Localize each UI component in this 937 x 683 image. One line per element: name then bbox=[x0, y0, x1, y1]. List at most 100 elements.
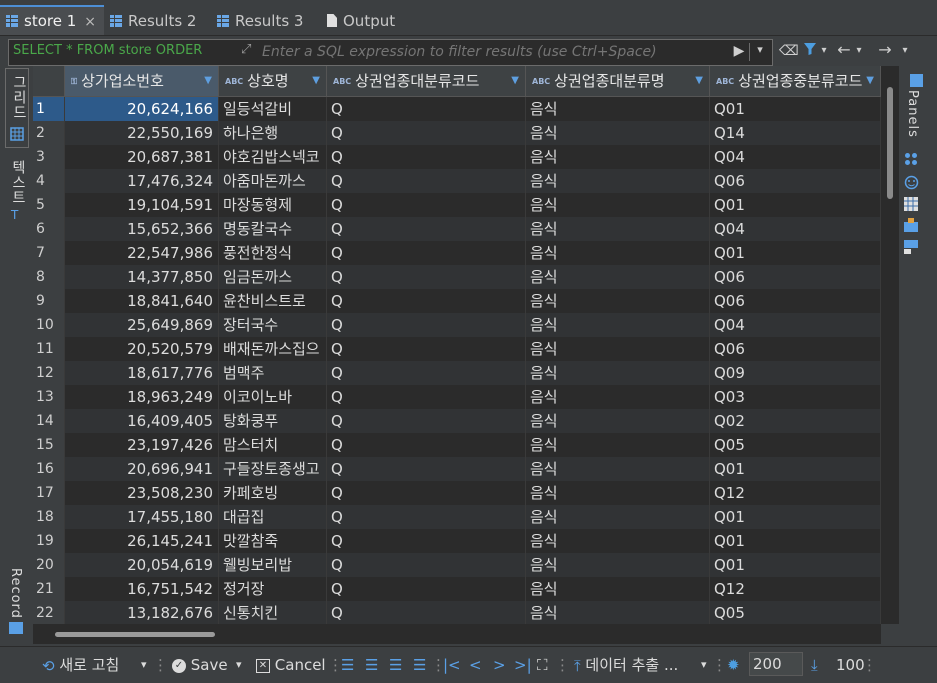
table-row[interactable]: 14 16,409,405 탕화쿵푸 Q 음식 Q02 bbox=[33, 409, 881, 433]
table-cell[interactable]: 17,476,324 bbox=[65, 169, 219, 193]
sort-icon[interactable]: ▼ bbox=[866, 66, 874, 96]
table-cell[interactable]: 음식 bbox=[526, 337, 710, 361]
table-cell[interactable]: 음식 bbox=[526, 601, 710, 624]
export-data-button[interactable]: ⤒ 데이터 추출 ... bbox=[574, 655, 678, 675]
table-cell[interactable]: 음식 bbox=[526, 553, 710, 577]
table-cell[interactable]: Q14 bbox=[710, 121, 881, 145]
table-cell[interactable]: 음식 bbox=[526, 409, 710, 433]
table-row[interactable]: 19 26,145,241 맛깔참죽 Q 음식 Q01 bbox=[33, 529, 881, 553]
table-cell[interactable]: Q bbox=[327, 241, 526, 265]
table-cell[interactable]: 음식 bbox=[526, 97, 710, 121]
table-row[interactable]: 9 18,841,640 윤찬비스트로 Q 음식 Q06 bbox=[33, 289, 881, 313]
table-cell[interactable]: 정거장 bbox=[219, 577, 327, 601]
table-cell[interactable]: 음식 bbox=[526, 217, 710, 241]
calc-icon[interactable] bbox=[904, 218, 918, 232]
table-cell[interactable]: Q bbox=[327, 529, 526, 553]
table-cell[interactable]: 16,751,542 bbox=[65, 577, 219, 601]
add-row-icon[interactable]: ☰ bbox=[365, 655, 378, 675]
table-cell[interactable]: Q bbox=[327, 313, 526, 337]
table-cell[interactable]: 명동칼국수 bbox=[219, 217, 327, 241]
table-cell[interactable]: 배재돈까스집으 bbox=[219, 337, 327, 361]
tab-results-2[interactable]: Results 2 bbox=[110, 7, 196, 35]
refresh-button[interactable]: ⟲ 새로 고침 bbox=[42, 655, 119, 675]
column-header[interactable]: ABC 상권업종중분류코드 ▼ bbox=[710, 66, 881, 96]
table-cell[interactable]: 맘스터치 bbox=[219, 433, 327, 457]
panels-label[interactable]: Panels bbox=[905, 90, 920, 138]
row-count-icon[interactable]: ⤓ bbox=[811, 655, 818, 675]
table-cell[interactable]: 음식 bbox=[526, 385, 710, 409]
table-row[interactable]: 22 13,182,676 신통치킨 Q 음식 Q05 bbox=[33, 601, 881, 624]
cancel-button[interactable]: ✕ Cancel bbox=[256, 655, 326, 675]
table-row[interactable]: 15 23,197,426 맘스터치 Q 음식 Q05 bbox=[33, 433, 881, 457]
table-cell[interactable]: Q04 bbox=[710, 313, 881, 337]
previous-page-icon[interactable]: < bbox=[469, 655, 482, 675]
table-cell[interactable]: Q01 bbox=[710, 97, 881, 121]
table-cell[interactable]: Q01 bbox=[710, 505, 881, 529]
table-cell[interactable]: Q12 bbox=[710, 577, 881, 601]
tab-store-1[interactable]: store 1 × bbox=[0, 5, 104, 35]
table-cell[interactable]: 카페호빙 bbox=[219, 481, 327, 505]
table-cell[interactable]: 15,652,366 bbox=[65, 217, 219, 241]
table-cell[interactable]: 음식 bbox=[526, 529, 710, 553]
table-cell[interactable]: 탕화쿵푸 bbox=[219, 409, 327, 433]
table-cell[interactable]: Q bbox=[327, 193, 526, 217]
table-cell[interactable]: Q06 bbox=[710, 265, 881, 289]
metadata-icon[interactable] bbox=[904, 175, 919, 190]
save-button[interactable]: ✓ Save bbox=[172, 655, 228, 675]
eraser-icon[interactable]: ⌫ bbox=[779, 41, 799, 61]
table-row[interactable]: 6 15,652,366 명동칼국수 Q 음식 Q04 bbox=[33, 217, 881, 241]
table-cell[interactable]: 26,145,241 bbox=[65, 529, 219, 553]
table-cell[interactable]: 이코이노바 bbox=[219, 385, 327, 409]
table-cell[interactable]: 웰빙보리밥 bbox=[219, 553, 327, 577]
grouping-icon[interactable] bbox=[904, 197, 918, 211]
table-cell[interactable]: Q bbox=[327, 505, 526, 529]
table-cell[interactable]: Q bbox=[327, 169, 526, 193]
table-cell[interactable]: 장터국수 bbox=[219, 313, 327, 337]
table-cell[interactable]: 음식 bbox=[526, 193, 710, 217]
table-cell[interactable]: 19,104,591 bbox=[65, 193, 219, 217]
table-cell[interactable]: Q12 bbox=[710, 481, 881, 505]
table-cell[interactable]: Q bbox=[327, 97, 526, 121]
table-cell[interactable]: Q bbox=[327, 577, 526, 601]
table-cell[interactable]: Q bbox=[327, 601, 526, 624]
text-view-toggle[interactable]: 텍스트 T bbox=[5, 156, 29, 226]
table-cell[interactable]: 20,624,166 bbox=[65, 97, 219, 121]
sort-icon[interactable]: ▼ bbox=[312, 66, 320, 96]
vertical-scroll-thumb[interactable] bbox=[887, 87, 893, 199]
table-cell[interactable]: 마장동형제 bbox=[219, 193, 327, 217]
export-dropdown-icon[interactable]: ▾ bbox=[701, 655, 707, 675]
table-cell[interactable]: Q04 bbox=[710, 145, 881, 169]
table-cell[interactable]: Q bbox=[327, 289, 526, 313]
table-cell[interactable]: 23,197,426 bbox=[65, 433, 219, 457]
table-cell[interactable]: 18,963,249 bbox=[65, 385, 219, 409]
fetch-size-input[interactable] bbox=[749, 652, 803, 676]
table-cell[interactable]: 아줌마돈까스 bbox=[219, 169, 327, 193]
first-page-icon[interactable]: |< bbox=[443, 655, 461, 675]
table-cell[interactable]: 음식 bbox=[526, 457, 710, 481]
apply-filter-icon[interactable]: ▶ bbox=[732, 41, 746, 61]
table-cell[interactable]: Q bbox=[327, 145, 526, 169]
delete-row-icon[interactable]: ☰ bbox=[413, 655, 426, 675]
table-cell[interactable]: 맛깔참죽 bbox=[219, 529, 327, 553]
save-dropdown-icon[interactable]: ▾ bbox=[236, 655, 242, 675]
table-cell[interactable]: 23,508,230 bbox=[65, 481, 219, 505]
history-dropdown-icon[interactable]: ▾ bbox=[753, 40, 767, 60]
table-cell[interactable]: Q01 bbox=[710, 529, 881, 553]
references-icon[interactable] bbox=[904, 240, 918, 254]
table-cell[interactable]: 음식 bbox=[526, 121, 710, 145]
table-cell[interactable]: Q01 bbox=[710, 193, 881, 217]
table-cell[interactable]: 22,550,169 bbox=[65, 121, 219, 145]
table-cell[interactable]: 음식 bbox=[526, 289, 710, 313]
filter-funnel-icon[interactable] bbox=[803, 42, 817, 56]
table-cell[interactable]: 20,696,941 bbox=[65, 457, 219, 481]
table-row[interactable]: 17 23,508,230 카페호빙 Q 음식 Q12 bbox=[33, 481, 881, 505]
copy-row-icon[interactable]: ☰ bbox=[389, 655, 402, 675]
table-cell[interactable]: Q05 bbox=[710, 601, 881, 624]
sort-icon[interactable]: ▼ bbox=[695, 66, 703, 96]
table-cell[interactable]: 음식 bbox=[526, 433, 710, 457]
column-header[interactable]: ABC 상호명 ▼ bbox=[219, 66, 327, 96]
table-cell[interactable]: Q bbox=[327, 409, 526, 433]
table-cell[interactable]: 음식 bbox=[526, 145, 710, 169]
table-row[interactable]: 16 20,696,941 구들장토종생고 Q 음식 Q01 bbox=[33, 457, 881, 481]
table-cell[interactable]: Q03 bbox=[710, 385, 881, 409]
